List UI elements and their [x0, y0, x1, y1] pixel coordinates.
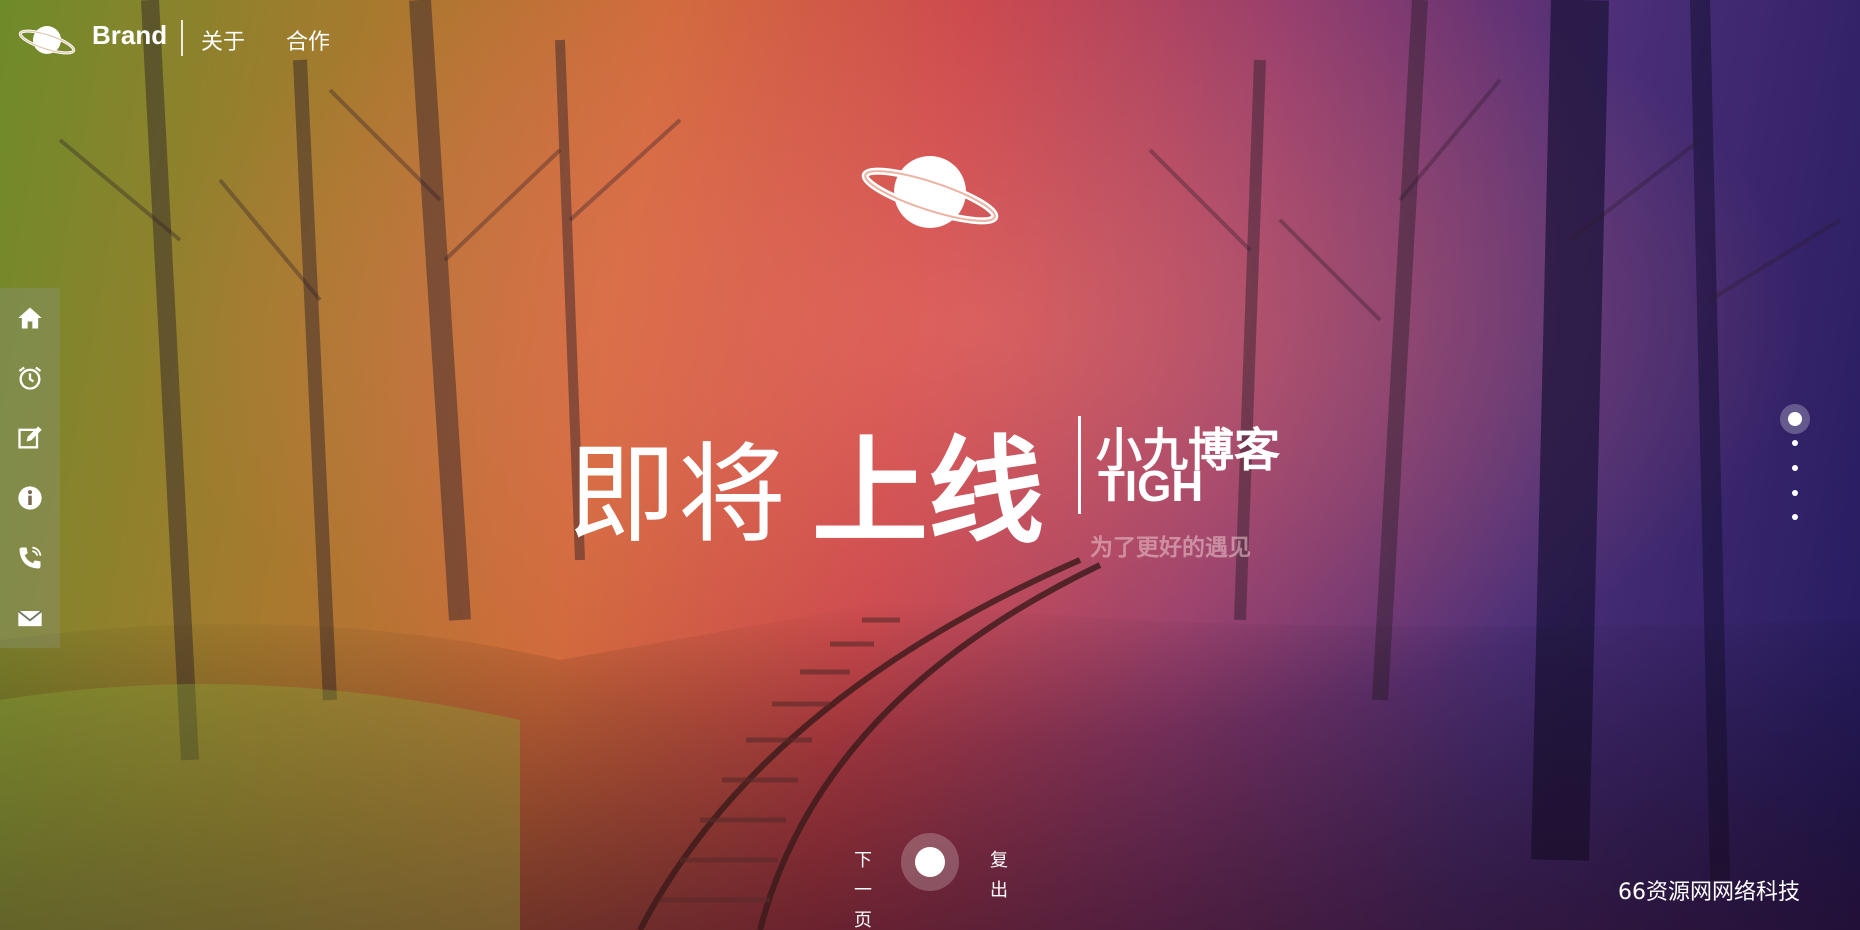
planet-logo-icon[interactable]	[18, 20, 76, 60]
left-sidebar	[0, 288, 60, 648]
headline: 即将 上线	[568, 398, 1044, 566]
pager-dot-1[interactable]	[1780, 404, 1810, 434]
sidebar-item-mail[interactable]	[0, 588, 60, 648]
next-page-char-2: 一	[854, 880, 872, 901]
scroll-button[interactable]	[901, 833, 959, 891]
footer-company: 66资源网网络科技	[1618, 880, 1800, 905]
planet-logo-icon	[861, 156, 999, 228]
pager-dot-5[interactable]	[1792, 514, 1798, 520]
brand-name[interactable]: Brand	[92, 20, 167, 51]
tagline: 为了更好的遇见	[1090, 535, 1251, 561]
blog-code: TIGH	[1098, 462, 1204, 511]
exit-button[interactable]: 复 出	[987, 846, 1011, 906]
top-navbar: Brand 关于 合作	[0, 0, 1860, 78]
next-page-button[interactable]: 下 一 页	[851, 846, 875, 930]
edit-icon	[18, 426, 42, 449]
headline-light: 即将	[568, 433, 789, 558]
sidebar-item-home[interactable]	[0, 288, 60, 348]
headline-bold: 上线	[812, 425, 1045, 560]
sidebar-item-info[interactable]	[0, 468, 60, 528]
pager-dot-2[interactable]	[1792, 440, 1798, 446]
phone-icon	[19, 546, 42, 569]
next-page-char-1: 下	[854, 850, 872, 871]
brand-divider	[181, 20, 183, 56]
sidebar-item-edit[interactable]	[0, 408, 60, 468]
home-icon	[18, 307, 42, 329]
landing-page: Brand 关于 合作 即将 上线 小九博客 TIGH 为了更好的遇见 下 一 …	[0, 0, 1860, 930]
pager-dot-3[interactable]	[1792, 465, 1798, 471]
mail-icon	[17, 610, 43, 627]
next-page-char-3: 页	[854, 910, 872, 930]
nav-cooperation[interactable]: 合作	[286, 24, 330, 56]
nav-about[interactable]: 关于	[201, 24, 245, 56]
exit-char-1: 复	[990, 850, 1008, 871]
sidebar-item-phone[interactable]	[0, 528, 60, 588]
pager-dot-4[interactable]	[1792, 490, 1798, 496]
info-icon	[18, 486, 42, 510]
exit-char-2: 出	[990, 880, 1008, 901]
alarm-clock-icon	[18, 366, 42, 390]
sidebar-item-alarm[interactable]	[0, 348, 60, 408]
title-divider	[1078, 416, 1081, 514]
